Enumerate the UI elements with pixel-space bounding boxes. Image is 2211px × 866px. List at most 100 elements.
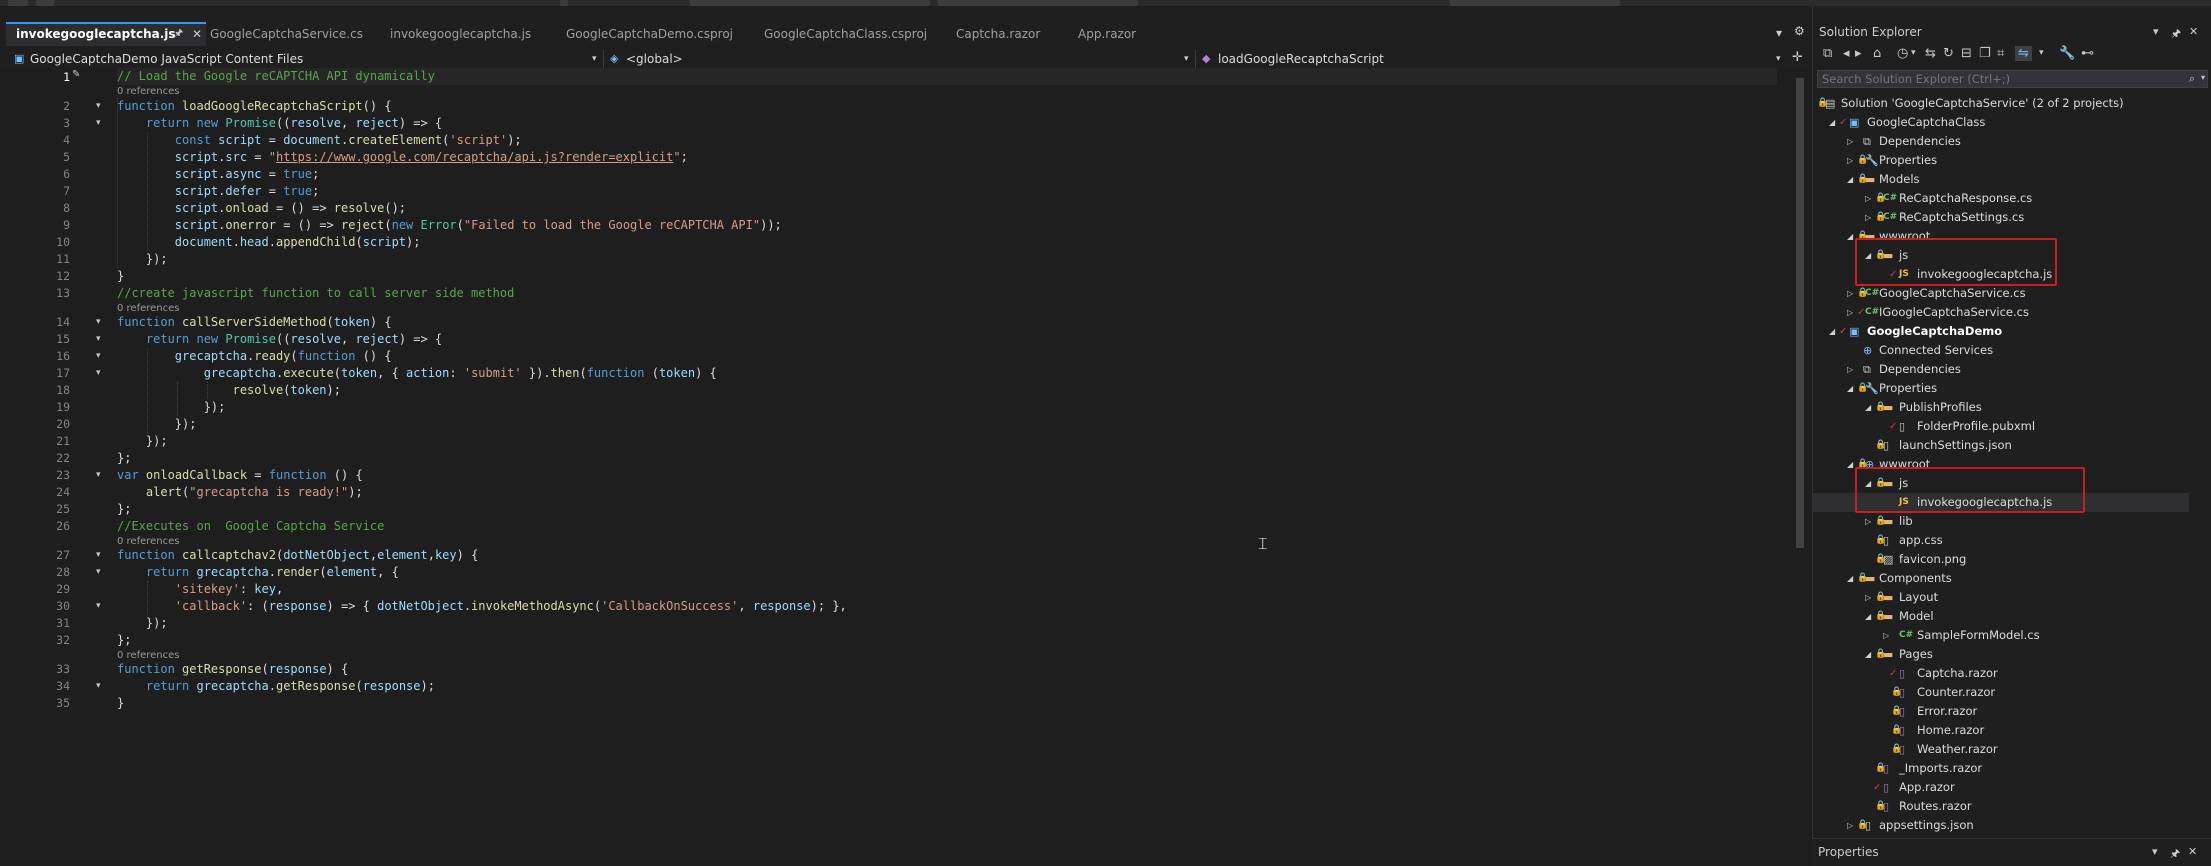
expander-expanded-icon[interactable]: ◢ <box>1847 379 1853 398</box>
sync-icon[interactable]: ⇆ <box>1925 46 1936 61</box>
expander-expanded-icon[interactable]: ◢ <box>1829 113 1835 132</box>
settings-gear-icon[interactable]: ⚙ <box>1794 24 1805 38</box>
track-active-item-icon[interactable]: ⇋ <box>2015 46 2032 61</box>
forward-icon[interactable]: ▸ <box>1855 46 1862 61</box>
tree-item[interactable]: ◢ 🔒 ▬ Components <box>1813 569 2193 588</box>
refresh-icon[interactable]: ↻ <box>1943 46 1954 61</box>
tree-item[interactable]: 🔒 ▯ Routes.razor <box>1813 797 2193 816</box>
tree-item[interactable]: ▷ 🔒 ▬ lib <box>1813 512 2193 531</box>
solution-explorer-search[interactable]: ⌕ ▾ <box>1817 70 2208 88</box>
fold-toggle-icon[interactable]: ▾ <box>96 365 101 382</box>
tree-item[interactable]: 🔒 ▯ app.css <box>1813 531 2193 550</box>
collapse-all-icon[interactable]: ⊟ <box>1961 46 1972 61</box>
tab-app-razor[interactable]: App.razor <box>1068 22 1168 46</box>
home-icon[interactable]: ⌂ <box>1873 46 1881 61</box>
vertical-scrollbar[interactable] <box>1793 68 1807 866</box>
quick-actions-icon[interactable]: ✎ <box>72 69 80 80</box>
fold-toggle-icon[interactable]: ▾ <box>96 678 101 695</box>
split-window-icon[interactable]: ✛ <box>1792 50 1803 65</box>
close-icon[interactable]: ✕ <box>2188 845 2197 858</box>
chevron-down-icon[interactable]: ▾ <box>2201 73 2205 82</box>
expander-collapsed-icon[interactable]: ▷ <box>1847 284 1853 303</box>
scrollbar-thumb[interactable] <box>1796 78 1804 548</box>
tree-item[interactable]: 🔒 ▯ launchSettings.json <box>1813 436 2193 455</box>
expander-collapsed-icon[interactable]: ▷ <box>1847 360 1853 379</box>
tree-item[interactable]: ✓ ▯ FolderProfile.pubxml <box>1813 417 2193 436</box>
codelens-references[interactable]: 0 references <box>117 86 180 98</box>
tree-item[interactable]: ◢ 🔒 🔧 Properties <box>1813 379 2193 398</box>
search-input[interactable] <box>1822 71 2182 87</box>
expander-collapsed-icon[interactable]: ▷ <box>1847 132 1853 151</box>
fold-toggle-icon[interactable]: ▾ <box>96 348 101 365</box>
expander-expanded-icon[interactable]: ◢ <box>1847 455 1853 474</box>
switch-views-icon[interactable]: ⧉ <box>1823 46 1832 61</box>
tree-item[interactable]: 🔒 ▯ Error.razor <box>1813 702 2193 721</box>
tab-googlecaptchademo-csproj[interactable]: GoogleCaptchaDemo.csproj <box>556 22 756 46</box>
member-dropdown[interactable]: ◆ loadGoogleRecaptchaScript ▾ <box>1198 50 1788 68</box>
tab-googlecaptchaclass-csproj[interactable]: GoogleCaptchaClass.csproj <box>754 22 954 46</box>
fold-toggle-icon[interactable]: ▾ <box>96 598 101 615</box>
project-dropdown[interactable]: ▣ GoogleCaptchaDemo JavaScript Content F… <box>10 50 604 68</box>
tree-item[interactable]: 🔒 ▯ Counter.razor <box>1813 683 2193 702</box>
expander-collapsed-icon[interactable]: ▷ <box>1865 588 1871 607</box>
tree-item[interactable]: ◢ 🔒 ▬ PublishProfiles <box>1813 398 2193 417</box>
fold-toggle-icon[interactable]: ▾ <box>96 564 101 581</box>
tab-invokegooglecaptcha-js-active[interactable]: invokegooglecaptcha.js 🖈 ✕ <box>6 22 206 46</box>
expander-expanded-icon[interactable]: ◢ <box>1847 569 1853 588</box>
tree-item[interactable]: ◢ 🔒 ▬ Models <box>1813 170 2193 189</box>
pin-icon[interactable]: 🖈 <box>2170 845 2180 864</box>
fold-toggle-icon[interactable]: ▾ <box>96 547 101 564</box>
fold-toggle-icon[interactable]: ▾ <box>96 115 101 132</box>
tree-item[interactable]: 🔒 ▨ favicon.png <box>1813 550 2193 569</box>
pin-icon[interactable]: 🖈 <box>174 24 183 44</box>
fold-toggle-icon[interactable]: ▾ <box>96 314 101 331</box>
expander-collapsed-icon[interactable]: ▷ <box>1847 151 1853 170</box>
tab-googlecaptchaservice-cs[interactable]: GoogleCaptchaService.cs <box>200 22 380 46</box>
tree-item[interactable]: ▷ ⧉ Dependencies <box>1813 132 2193 151</box>
expander-expanded-icon[interactable]: ◢ <box>1865 645 1871 664</box>
expander-collapsed-icon[interactable]: ▷ <box>1847 303 1853 322</box>
expander-expanded-icon[interactable]: ◢ <box>1865 607 1871 626</box>
expander-expanded-icon[interactable]: ◢ <box>1865 398 1871 417</box>
tree-item[interactable]: ▷ C# SampleFormModel.cs <box>1813 626 2193 645</box>
tree-item[interactable]: 🔒 ▯ Home.razor <box>1813 721 2193 740</box>
tree-item[interactable]: ◢ 🔒 ▬ Pages <box>1813 645 2193 664</box>
tree-item[interactable]: ▷ 🔒 ▬ Layout <box>1813 588 2193 607</box>
preview-icon[interactable]: ⊷ <box>2081 46 2094 61</box>
window-position-dropdown-icon[interactable]: ▾ <box>2153 25 2159 38</box>
show-all-files-icon[interactable]: ❐ <box>1979 46 1991 61</box>
tree-item-project[interactable]: ◢ ✓ ▣ GoogleCaptchaDemo <box>1813 322 2193 341</box>
expander-expanded-icon[interactable]: ◢ <box>1847 227 1853 246</box>
expander-expanded-icon[interactable]: ◢ <box>1847 170 1853 189</box>
expander-collapsed-icon[interactable]: ▷ <box>1883 626 1889 645</box>
search-icon[interactable]: ⌕ <box>2189 72 2195 86</box>
chevron-down-icon[interactable]: ▾ <box>1911 48 1916 58</box>
back-icon[interactable]: ◂ <box>1843 46 1850 61</box>
tree-item[interactable]: ⊕ Connected Services <box>1813 341 2193 360</box>
tree-item[interactable]: ▷ 🔒 C# ReCaptchaSettings.cs <box>1813 208 2193 227</box>
pin-icon[interactable]: 🖈 <box>2171 25 2181 44</box>
expander-collapsed-icon[interactable]: ▷ <box>1865 189 1871 208</box>
tree-item[interactable]: 🔒 ▯ Weather.razor <box>1813 740 2193 759</box>
expander-expanded-icon[interactable]: ◢ <box>1829 322 1835 341</box>
tree-item[interactable]: ▷ ⧉ Dependencies <box>1813 360 2193 379</box>
code-text-area[interactable]: // Load the Google reCAPTCHA API dynamic… <box>117 68 1787 866</box>
view-code-icon[interactable]: ⌗ <box>1997 46 2004 61</box>
tree-item[interactable]: ▷ 🔒 🔧 Properties <box>1813 151 2193 170</box>
fold-toggle-icon[interactable]: ▾ <box>96 98 101 115</box>
window-position-dropdown-icon[interactable]: ▾ <box>2152 845 2158 858</box>
expander-collapsed-icon[interactable]: ▷ <box>1865 208 1871 227</box>
tree-item[interactable]: ◢ 🔒 ▬ Model <box>1813 607 2193 626</box>
close-icon[interactable]: ✕ <box>2189 25 2198 38</box>
tree-item[interactable]: 🔒 ▯ _Imports.razor <box>1813 759 2193 778</box>
tree-item[interactable]: ✓ ▯ Captcha.razor <box>1813 664 2193 683</box>
tab-captcha-razor[interactable]: Captcha.razor <box>946 22 1066 46</box>
history-icon[interactable]: ◷ <box>1897 46 1908 61</box>
fold-toggle-icon[interactable]: ▾ <box>96 331 101 348</box>
tab-invokegooglecaptcha-js[interactable]: invokegooglecaptcha.js <box>380 22 560 46</box>
scope-dropdown[interactable]: ◈ <global> ▾ <box>606 50 1196 68</box>
tree-item[interactable]: ▷ ✓ C# IGoogleCaptchaService.cs <box>1813 303 2193 322</box>
tree-item[interactable]: ▷ 🔒 ▯ appsettings.json <box>1813 816 2193 835</box>
tree-item-solution[interactable]: 🔒 ▤ Solution 'GoogleCaptchaService' (2 o… <box>1813 94 2193 113</box>
tree-item[interactable]: ✓ ▯ App.razor <box>1813 778 2193 797</box>
